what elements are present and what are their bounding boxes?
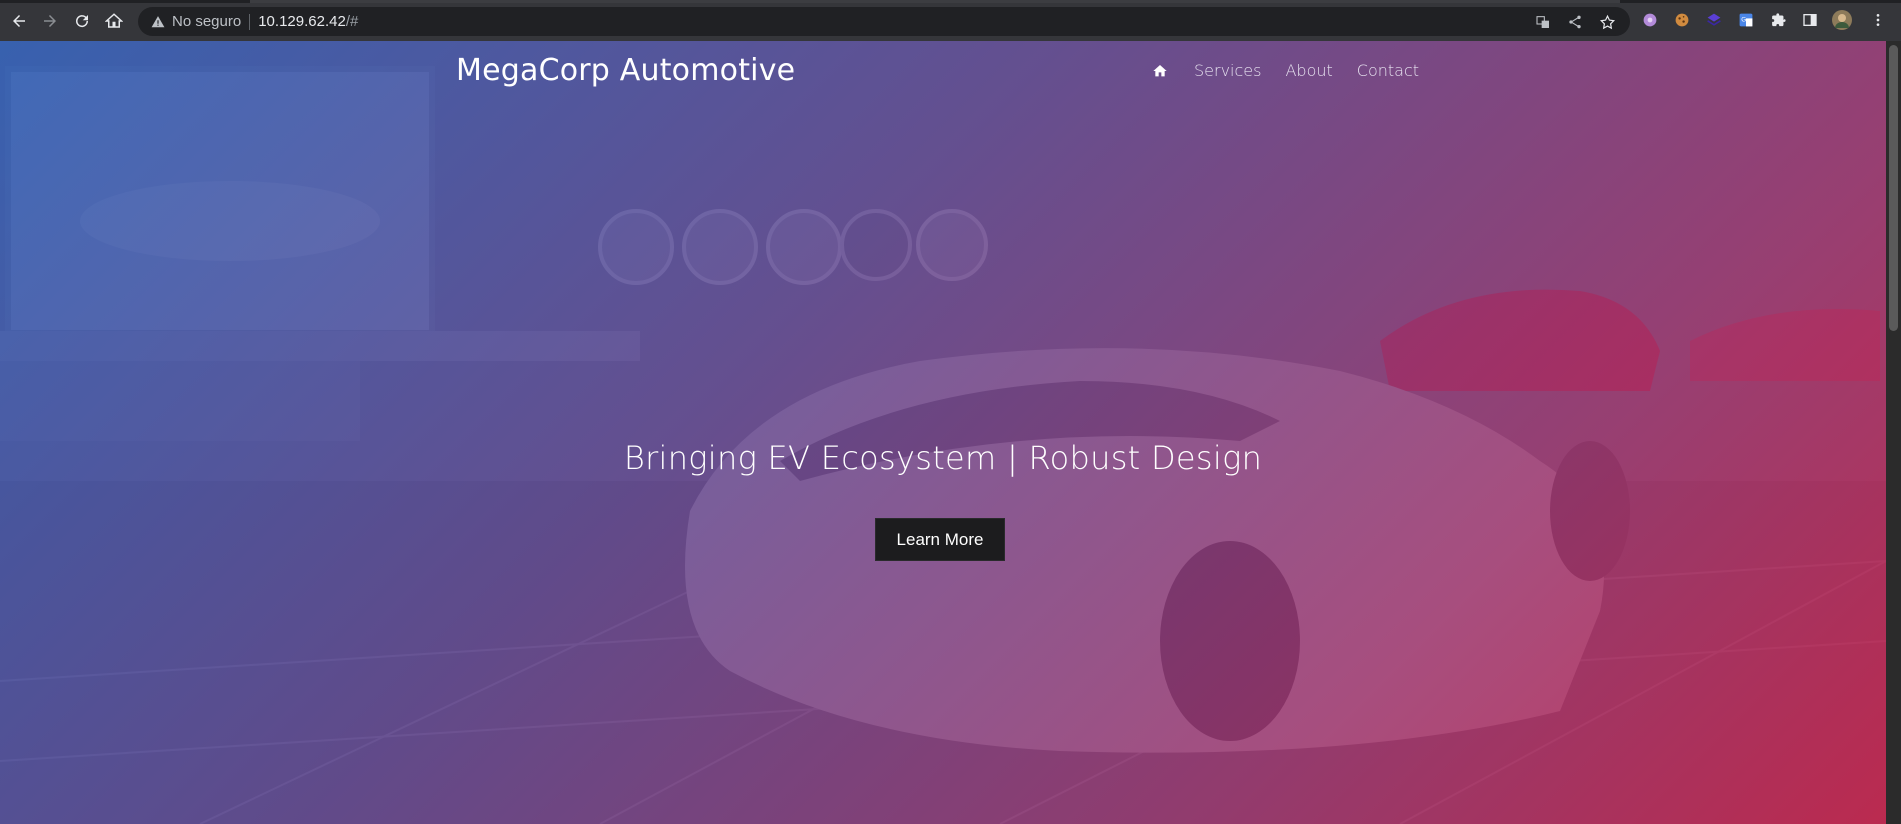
home-icon[interactable] — [1152, 62, 1170, 80]
forward-button[interactable] — [38, 9, 62, 33]
url-path[interactable]: /# — [346, 13, 359, 30]
brand-logo[interactable]: MegaCorp Automotive — [456, 53, 795, 88]
back-icon — [13, 15, 25, 27]
address-separator — [249, 13, 251, 30]
sidebar-icon[interactable] — [1800, 10, 1820, 30]
menu-dots-icon[interactable] — [1868, 10, 1888, 30]
browser-toolbar: No seguro 10.129.62.42 /# G — [0, 0, 1901, 41]
tab-strip-edge — [0, 0, 1901, 3]
url-host[interactable]: 10.129.62.42 — [258, 13, 346, 30]
gradient-overlay — [0, 41, 1886, 824]
hero-title: Bringing EV Ecosystem | Robust Design — [623, 439, 1263, 477]
bookmark-star-icon[interactable] — [1598, 13, 1616, 31]
nav-link-services[interactable]: Services — [1194, 61, 1261, 80]
home-icon — [105, 13, 123, 28]
back-button[interactable] — [7, 9, 31, 33]
profile-avatar[interactable] — [1832, 10, 1852, 30]
translate-icon[interactable] — [1534, 13, 1552, 31]
nav-link-about[interactable]: About — [1285, 61, 1332, 80]
forward-icon — [44, 15, 56, 27]
security-label[interactable]: No seguro — [172, 13, 241, 30]
scrollbar-thumb[interactable] — [1889, 45, 1898, 331]
extension-purple-icon[interactable] — [1640, 10, 1660, 30]
reload-button[interactable] — [70, 9, 94, 33]
svg-text:G: G — [1741, 17, 1746, 24]
nav-link-contact[interactable]: Contact — [1357, 61, 1419, 80]
hero-section: MegaCorp Automotive Services About Conta… — [0, 41, 1886, 824]
puzzle-icon[interactable] — [1768, 10, 1788, 30]
extension-layers-icon[interactable] — [1704, 10, 1724, 30]
home-button[interactable] — [102, 9, 126, 33]
share-icon[interactable] — [1566, 13, 1584, 31]
page-scrollbar[interactable] — [1886, 41, 1901, 824]
learn-more-button[interactable]: Learn More — [875, 518, 1005, 561]
address-bar[interactable]: No seguro 10.129.62.42 /# — [138, 7, 1630, 36]
cookie-icon[interactable] — [1672, 10, 1692, 30]
active-tab-edge — [250, 0, 1620, 3]
warning-icon[interactable] — [150, 14, 166, 30]
main-nav: Services About Contact — [1152, 61, 1443, 80]
reload-icon — [76, 15, 89, 28]
translate-extension-icon[interactable]: G — [1736, 10, 1756, 30]
